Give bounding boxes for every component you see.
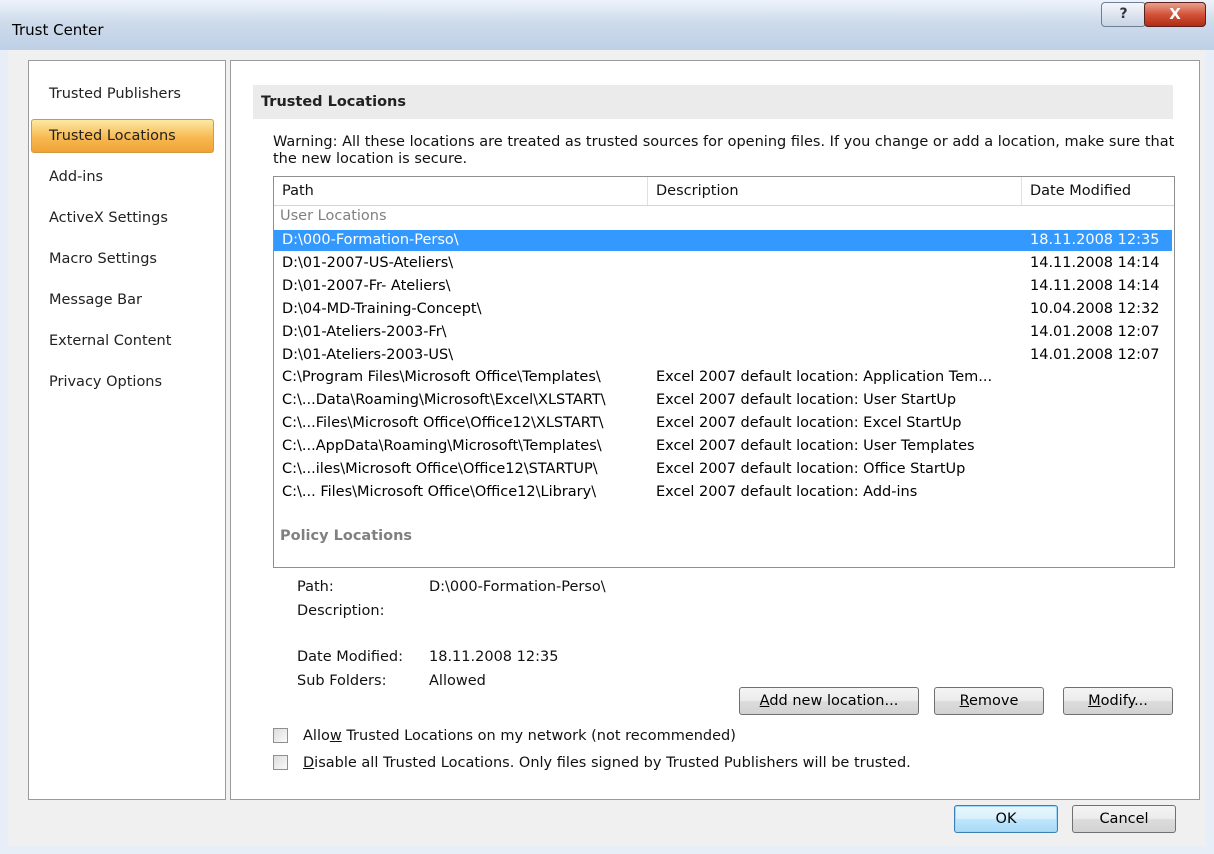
sidebar-item-external-content[interactable]: External Content	[49, 333, 171, 349]
disable-all-label: Disable all Trusted Locations. Only file…	[303, 753, 911, 773]
table-row[interactable]: C:\... Files\Microsoft Office\Office12\L…	[274, 482, 1172, 503]
help-icon[interactable]: ?	[1101, 2, 1146, 27]
table-row[interactable]: D:\01-2007-US-Ateliers\ 14.11.2008 14:14	[274, 253, 1172, 274]
add-button-label: dd new location...	[769, 693, 899, 709]
allow-network-label-post: Trusted Locations on my network (not rec…	[341, 728, 736, 744]
sidebar-item-add-ins[interactable]: Add-ins	[49, 169, 103, 185]
detail-subfolders-value: Allowed	[429, 673, 486, 689]
remove-button-access-key: R	[959, 693, 969, 709]
modify-button-access-key: M	[1088, 693, 1101, 709]
cell-description: Excel 2007 default location: Office Star…	[656, 461, 966, 477]
detail-date-label: Date Modified:	[297, 649, 404, 665]
table-row[interactable]: D:\04-MD-Training-Concept\ 10.04.2008 12:…	[274, 299, 1172, 320]
warning-text: Warning: All these locations are treated…	[273, 134, 1175, 167]
sidebar-nav: Trusted Publishers Trusted Locations Add…	[28, 60, 226, 800]
table-row[interactable]: C:\...Files\Microsoft Office\Office12\XL…	[274, 413, 1172, 434]
allow-network-checkbox[interactable]	[273, 728, 288, 743]
modify-button-label: odify...	[1100, 693, 1148, 709]
sidebar-item-trusted-locations[interactable]: Trusted Locations	[31, 119, 214, 153]
cell-path: D:\01-2007-Fr- Ateliers\	[282, 277, 451, 294]
table-row[interactable]: D:\01-2007-Fr- Ateliers\ 14.11.2008 14:14	[274, 276, 1172, 297]
dialog-client: Trusted Publishers Trusted Locations Add…	[8, 50, 1206, 846]
sidebar-item-macro-settings[interactable]: Macro Settings	[49, 251, 157, 267]
cell-description: Excel 2007 default location: User StartU…	[656, 392, 957, 409]
modify-button[interactable]: Modify...	[1063, 687, 1173, 715]
cell-description: Excel 2007 default location: User Templa…	[656, 438, 975, 455]
allow-network-label: Allow Trusted Locations on my network (n…	[303, 726, 736, 746]
disable-all-label-post: isable all Trusted Locations. Only files…	[314, 755, 911, 771]
remove-button[interactable]: Remove	[934, 687, 1044, 715]
column-header-date-modified[interactable]: Date Modified	[1022, 177, 1174, 205]
cell-path: C:\... Files\Microsoft Office\Office12\L…	[282, 483, 597, 500]
trusted-locations-list[interactable]: Path Description Date Modified User Loca…	[273, 176, 1175, 568]
table-row[interactable]: D:\01-Ateliers-2003-Fr\ 14.01.2008 12:07	[274, 322, 1172, 343]
sidebar-item-message-bar[interactable]: Message Bar	[49, 292, 142, 308]
cell-path: C:\...iles\Microsoft Office\Office12\STA…	[282, 461, 598, 477]
disable-all-checkbox[interactable]	[273, 755, 288, 770]
main-panel: Trusted Locations Warning: All these loc…	[230, 60, 1200, 800]
cell-path: C:\...Files\Microsoft Office\Office12\XL…	[282, 415, 604, 432]
detail-description-label: Description:	[297, 603, 385, 619]
window-title: Trust Center	[12, 21, 104, 39]
cell-description: Excel 2007 default location: Application…	[656, 369, 993, 386]
detail-path-label: Path:	[297, 579, 334, 595]
cell-path: D:\01-Ateliers-2003-US\	[282, 346, 454, 363]
table-row[interactable]: C:\...AppData\Roaming\Microsoft\Template…	[274, 436, 1172, 457]
allow-network-access-key: w	[329, 728, 342, 744]
sidebar-item-trusted-publishers[interactable]: Trusted Publishers	[49, 86, 181, 102]
detail-subfolders-label: Sub Folders:	[297, 673, 387, 689]
cell-path: D:\000-Formation-Perso\	[282, 232, 459, 248]
add-button-access-key: A	[759, 693, 770, 709]
cell-date-modified: 14.01.2008 12:07	[1030, 323, 1160, 340]
detail-date-value: 18.11.2008 12:35	[429, 649, 559, 665]
column-header-path[interactable]: Path	[274, 177, 648, 205]
sidebar-item-activex-settings[interactable]: ActiveX Settings	[49, 210, 168, 226]
cell-path: D:\01-Ateliers-2003-Fr\	[282, 323, 447, 340]
detail-path-value: D:\000-Formation-Perso\	[429, 579, 606, 595]
ok-button[interactable]: OK	[954, 805, 1058, 833]
cell-path: C:\Program Files\Microsoft Office\Templa…	[282, 369, 601, 386]
cell-date-modified: 14.01.2008 12:07	[1030, 346, 1160, 363]
title-bar: Trust Center ? X	[0, 0, 1214, 50]
cancel-button[interactable]: Cancel	[1072, 805, 1176, 833]
group-label-policy-locations: Policy Locations	[280, 528, 413, 544]
cell-path: D:\01-2007-US-Ateliers\	[282, 254, 454, 271]
cell-date-modified: 14.11.2008 14:14	[1030, 277, 1160, 294]
cell-path: C:\...Data\Roaming\Microsoft\Excel\XLSTA…	[282, 392, 606, 409]
group-label-user-locations: User Locations	[280, 208, 387, 224]
cell-path: D:\04-MD-Training-Concept\	[282, 300, 482, 317]
table-row[interactable]: C:\...Data\Roaming\Microsoft\Excel\XLSTA…	[274, 390, 1172, 411]
allow-network-label-pre: Allo	[303, 728, 330, 744]
disable-all-access-key: D	[303, 755, 315, 771]
cell-date-modified: 18.11.2008 12:35	[1030, 232, 1160, 248]
column-header-description[interactable]: Description	[648, 177, 1022, 205]
table-row[interactable]: C:\...iles\Microsoft Office\Office12\STA…	[274, 459, 1172, 480]
table-row[interactable]: C:\Program Files\Microsoft Office\Templa…	[274, 367, 1172, 388]
sidebar-item-privacy-options[interactable]: Privacy Options	[49, 374, 162, 390]
cell-date-modified: 10.04.2008 12:32	[1030, 300, 1160, 317]
section-header: Trusted Locations	[253, 85, 1173, 119]
cell-path: C:\...AppData\Roaming\Microsoft\Template…	[282, 438, 602, 455]
cell-date-modified: 14.11.2008 14:14	[1030, 254, 1160, 271]
remove-button-label: emove	[969, 693, 1019, 709]
add-new-location-button[interactable]: Add new location...	[739, 687, 919, 715]
table-row[interactable]: D:\000-Formation-Perso\ 18.11.2008 12:35	[274, 230, 1172, 251]
list-header: Path Description Date Modified	[274, 177, 1174, 206]
cell-description: Excel 2007 default location: Add-ins	[656, 483, 918, 500]
cell-description: Excel 2007 default location: Excel Start…	[656, 415, 962, 432]
table-row[interactable]: D:\01-Ateliers-2003-US\ 14.01.2008 12:07	[274, 345, 1172, 366]
close-icon[interactable]: X	[1144, 2, 1206, 27]
